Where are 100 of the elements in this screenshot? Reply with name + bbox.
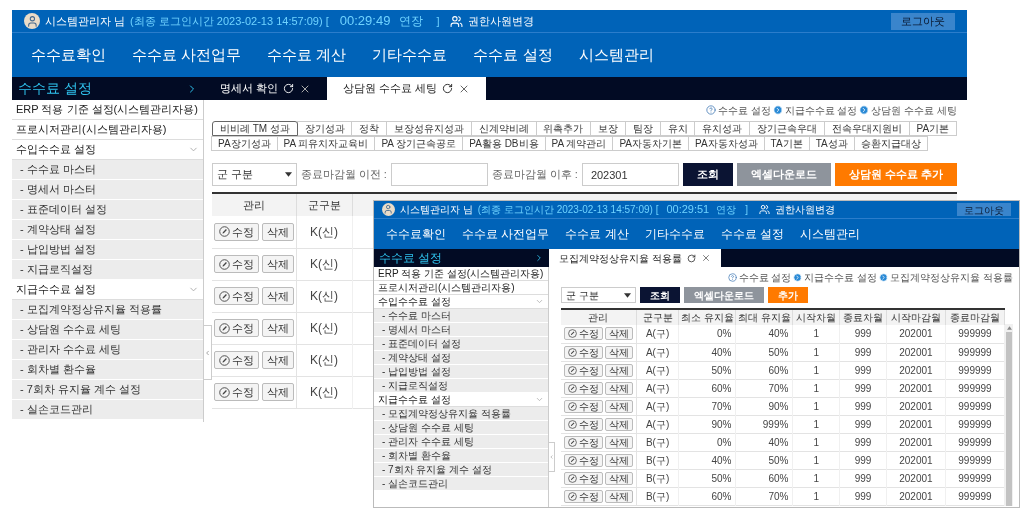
category-tab[interactable]: PA활용 DB비용 [462,136,546,151]
nav-menu-item[interactable]: 시스템관리 [800,225,861,243]
sidebar-item[interactable]: - 상담원 수수료 세팅 [374,421,548,435]
edit-button[interactable]: 수정 [563,489,603,503]
breadcrumb-item[interactable]: 지급수수료 설정 [804,269,878,285]
sidebar-group[interactable]: ERP 적용 기준 설정(시스템관리자용) [374,267,548,281]
nav-menu-item[interactable]: 수수료확인 [386,225,446,243]
page-tab[interactable]: 모집계약정상유지율 적용률 [549,249,721,267]
nav-menu-item[interactable]: 수수료 설정 [473,43,553,67]
sidebar-item[interactable]: - 실손코드관리 [374,477,548,491]
action-button[interactable]: 조회 [640,287,680,303]
edit-button[interactable]: 수정 [213,287,259,305]
sidebar-item[interactable]: - 7회차 유지율 계수 설정 [12,380,203,400]
delete-button[interactable]: 삭제 [261,383,294,401]
close-icon[interactable] [700,253,711,263]
sidebar-item[interactable]: - 회차별 환수율 [374,449,548,463]
category-tab[interactable]: TA성과 [808,136,855,151]
logout-button[interactable]: 로그아웃 [957,203,1011,216]
collapse-handle[interactable] [549,442,555,472]
delete-button[interactable]: 삭제 [604,471,633,485]
edit-button[interactable]: 수정 [563,381,603,395]
nav-menu-item[interactable]: 수수료 계산 [565,225,629,243]
action-button[interactable]: 조회 [682,163,733,186]
category-tab[interactable]: 정착 [351,121,388,136]
sidebar-item[interactable]: - 회차별 환수율 [12,360,203,380]
refresh-icon[interactable] [442,83,454,94]
refresh-icon[interactable] [686,253,696,263]
category-tab[interactable]: PA 계약관리 [544,136,614,151]
sidebar-group[interactable]: 지급수수료 설정 [374,393,548,407]
sidebar-item[interactable]: - 지급로직설정 [374,379,548,393]
edit-button[interactable]: 수정 [563,453,603,467]
nav-menu-item[interactable]: 시스템관리 [578,43,654,67]
nav-menu-item[interactable]: 수수료확인 [31,43,106,67]
sidebar-item[interactable]: - 관리자 수수료 세팅 [374,435,548,449]
category-tab[interactable]: PA 장기근속공로 [374,136,464,151]
sidebar-group[interactable]: 프로시저관리(시스템관리자용) [374,281,548,295]
delete-button[interactable]: 삭제 [604,417,633,431]
category-tab[interactable]: PA기본 [908,121,957,136]
edit-button[interactable]: 수정 [563,345,603,359]
sidebar-item[interactable]: - 모집계약정상유지율 적용률 [374,407,548,421]
category-tab[interactable]: 비비례 TM 성과 [212,121,298,136]
category-tab[interactable]: 보장 [590,121,627,136]
sidebar-item[interactable]: - 실손코드관리 [12,400,203,420]
collapse-handle[interactable] [204,325,212,380]
group-select[interactable]: 군 구분 [561,287,636,303]
extend-link[interactable]: 연장 [716,202,737,217]
nav-menu-item[interactable]: 수수료 설정 [720,225,785,243]
sidebar-item[interactable]: - 명세서 마스터 [12,180,203,200]
category-tab[interactable]: PA 피유치자교육비 [276,136,376,151]
sidebar-group[interactable]: 수입수수료 설정 [374,295,548,309]
category-tab[interactable]: 장기성과 [296,121,353,136]
sidebar-item[interactable]: - 관리자 수수료 세팅 [12,340,203,360]
category-tab[interactable]: PA장기성과 [211,136,278,151]
edit-button[interactable]: 수정 [563,327,603,341]
edit-button[interactable]: 수정 [563,417,603,431]
delete-button[interactable]: 삭제 [261,351,294,369]
category-tab[interactable]: 승환지급대상 [853,136,928,151]
delete-button[interactable]: 삭제 [604,489,633,503]
sidebar-item[interactable]: - 지급로직설정 [12,260,203,280]
breadcrumb-item[interactable]: 모집계약정상유지율 적용률 [890,269,1013,285]
category-tab[interactable]: 유치 [659,121,696,136]
extend-link[interactable]: 연장 [399,12,424,30]
category-tab[interactable]: PA자동차기본 [612,136,689,151]
page-tab[interactable]: 명세서 확인 [204,77,328,100]
edit-button[interactable]: 수정 [213,383,259,401]
edit-button[interactable]: 수정 [213,319,259,337]
sidebar-item[interactable]: - 수수료 마스터 [12,160,203,180]
sidebar-item[interactable]: - 표준데이터 설정 [12,200,203,220]
edit-button[interactable]: 수정 [563,471,603,485]
delete-button[interactable]: 삭제 [604,327,633,341]
edit-button[interactable]: 수정 [563,399,603,413]
delete-button[interactable]: 삭제 [604,363,633,377]
sidebar-item[interactable]: - 납입방법 설정 [12,240,203,260]
group-select[interactable]: 군 구분 [212,163,297,186]
scrollbar[interactable] [1005,324,1013,506]
nav-menu-item[interactable]: 기타수수료 [372,43,448,67]
delete-button[interactable]: 삭제 [261,287,294,305]
delete-button[interactable]: 삭제 [604,381,633,395]
delete-button[interactable]: 삭제 [261,319,294,337]
logout-button[interactable]: 로그아웃 [891,12,955,30]
category-tab[interactable]: 보장성유지성과 [386,121,472,136]
delete-button[interactable]: 삭제 [604,453,633,467]
nav-menu-item[interactable]: 수수료 사전업무 [462,225,550,243]
sidebar-item[interactable]: - 계약상태 설정 [374,351,548,365]
sidebar-item[interactable]: - 상담원 수수료 세팅 [12,320,203,340]
breadcrumb-item[interactable]: 지급수수료 설정 [784,102,858,118]
month-field[interactable] [390,163,488,186]
sidebar-item[interactable]: - 수수료 마스터 [374,309,548,323]
delete-button[interactable]: 삭제 [604,435,633,449]
delete-button[interactable]: 삭제 [604,345,633,359]
delete-button[interactable]: 삭제 [261,255,294,273]
category-tab[interactable]: 신계약비례 [470,121,537,136]
category-tab[interactable]: 위촉추가 [535,121,592,136]
edit-button[interactable]: 수정 [213,255,259,273]
breadcrumb-item[interactable]: 수수료 설정 [717,102,771,118]
delete-button[interactable]: 삭제 [604,399,633,413]
breadcrumb-item[interactable]: 수수료 설정 [738,269,792,285]
up-arrow-icon[interactable] [1006,326,1012,330]
sidebar-item[interactable]: - 납입방법 설정 [374,365,548,379]
category-tab[interactable]: 장기근속우대 [749,121,825,136]
